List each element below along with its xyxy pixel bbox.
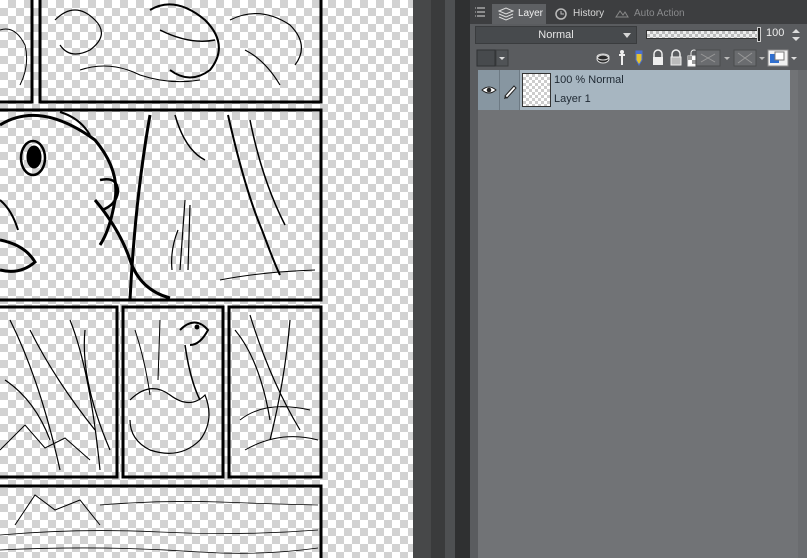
tab-auto-action-label: Auto Action (634, 8, 685, 19)
layer-color-select[interactable] (767, 48, 803, 68)
expression-color-select[interactable] (476, 48, 510, 68)
lock-transparent-icon[interactable] (668, 48, 684, 68)
lock-icon[interactable] (650, 48, 666, 68)
chevron-down-icon (623, 33, 631, 38)
palette-tab-bar: Layer History Auto Action (470, 0, 807, 24)
canvas-scroll-gutter (413, 0, 431, 558)
opacity-value[interactable]: 100 (766, 27, 786, 39)
tab-history-label: History (573, 8, 605, 19)
editing-target-toggle[interactable] (500, 70, 520, 110)
panel-divider-inner (445, 0, 455, 558)
reference-layer-icon[interactable] (614, 48, 630, 68)
mask-enable-select[interactable] (695, 48, 733, 68)
layer-name: Layer 1 (554, 93, 591, 105)
layer-thumbnail (522, 73, 551, 107)
comic-line-art (0, 0, 323, 558)
ruler-enable-select[interactable] (733, 48, 767, 68)
history-icon (553, 7, 569, 21)
opacity-slider[interactable] (646, 30, 758, 39)
pen-icon (504, 85, 517, 99)
tab-layer-label: Layer (518, 8, 544, 19)
auto-action-icon (614, 7, 630, 21)
eye-icon (481, 86, 497, 94)
draft-layer-icon[interactable] (632, 48, 646, 68)
blend-opacity-bar: Normal 100 (470, 24, 807, 46)
layer-palette: Layer History Auto Action Normal 100 100… (470, 0, 807, 558)
palette-menu-icon[interactable] (474, 5, 488, 19)
layer-list[interactable]: 100 % Normal Layer 1 (478, 70, 807, 558)
panel-splitter[interactable] (455, 0, 470, 558)
tab-layer[interactable]: Layer (492, 4, 546, 24)
blend-mode-select[interactable]: Normal (475, 26, 637, 44)
layer-opacity-mode: 100 % Normal (554, 74, 624, 86)
layer-list-scrollbar[interactable] (798, 70, 807, 558)
opacity-slider-handle[interactable] (757, 27, 761, 42)
layer-property-bar (470, 46, 807, 70)
layer-row[interactable]: 100 % Normal Layer 1 (478, 70, 790, 110)
visibility-toggle[interactable] (478, 70, 500, 110)
tab-history[interactable]: History (547, 4, 607, 24)
blend-mode-value: Normal (538, 29, 574, 41)
clipping-icon[interactable] (594, 48, 612, 68)
drawing-canvas[interactable] (0, 0, 413, 558)
opacity-spinner[interactable] (790, 26, 802, 44)
tab-auto-action[interactable]: Auto Action (608, 4, 688, 24)
panel-divider (431, 0, 445, 558)
layers-icon (497, 7, 515, 21)
